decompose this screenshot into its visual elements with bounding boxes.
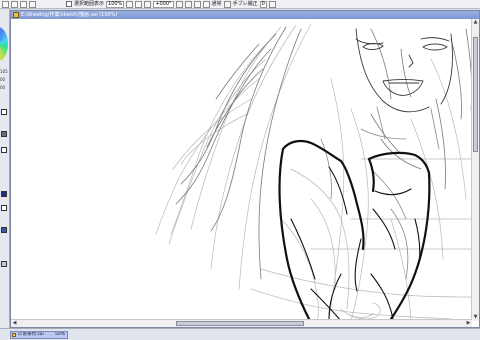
blend-mode-dropdown-icon[interactable] <box>223 0 231 8</box>
canvas-window-title[interactable]: E:/drawing/作業/sketch/描画.sai (100%) <box>11 11 479 19</box>
left-tool-panel: 105 00 00 <box>0 9 10 340</box>
tool-swatch-4[interactable] <box>1 205 7 211</box>
zoom-field[interactable]: 100% <box>106 0 125 8</box>
scroll-left-icon[interactable]: ◀ <box>11 320 18 327</box>
scroll-down-icon[interactable]: ▼ <box>472 314 479 321</box>
show-selection-checkbox[interactable] <box>66 1 72 7</box>
document-icon <box>13 12 19 18</box>
blend-mode-select[interactable]: 通常 <box>212 1 222 8</box>
rotate-reset-button[interactable] <box>193 0 201 8</box>
document-tab-icon <box>12 333 16 337</box>
top-toolbar: 選択範囲表示 100% +000° 通常 手ブレ補正 0 <box>0 0 480 9</box>
undo-button[interactable] <box>2 0 9 8</box>
tool-swatch-3[interactable] <box>1 147 7 153</box>
tool-swatch-2[interactable] <box>1 131 7 137</box>
zoom-out-button[interactable] <box>135 0 143 8</box>
stabilizer-dropdown-icon[interactable] <box>268 0 276 8</box>
tool-swatch-5[interactable] <box>1 227 7 233</box>
panel-number-1: 105 <box>0 69 8 74</box>
vertical-scroll-thumb[interactable] <box>473 37 478 152</box>
document-tab[interactable]: にお帯付.sai 50% <box>10 331 68 339</box>
document-tab-zoom: 50% <box>54 332 65 337</box>
panel-number-2: 00 <box>0 77 6 82</box>
redo-button[interactable] <box>11 0 18 8</box>
zoom-in-button[interactable] <box>126 0 134 8</box>
color-wheel[interactable] <box>0 27 8 61</box>
rotate-right-button[interactable] <box>184 0 192 8</box>
document-tab-label: にお帯付.sai <box>18 332 44 337</box>
document-tab-bar: にお帯付.sai 50% <box>0 328 480 340</box>
tool-swatch-1[interactable] <box>1 109 7 115</box>
vertical-scrollbar[interactable]: ▲ ▼ <box>471 19 479 321</box>
drawing-canvas[interactable] <box>11 19 472 321</box>
stabilizer-field[interactable]: 0 <box>259 0 267 8</box>
show-selection-label: 選択範囲表示 <box>74 0 105 7</box>
tool-swatch-6[interactable] <box>1 261 7 267</box>
rotation-field[interactable]: +000° <box>153 0 174 8</box>
panel-number-3: 00 <box>0 85 6 90</box>
scroll-right-icon[interactable]: ▶ <box>465 320 472 327</box>
zoom-reset-button[interactable] <box>144 0 152 8</box>
select-all-button[interactable] <box>29 0 36 8</box>
horizontal-scroll-thumb[interactable] <box>176 321 304 326</box>
foreground-color-swatch[interactable] <box>1 191 7 197</box>
canvas-window: E:/drawing/作業/sketch/描画.sai (100%) ▲ ▼ ◀… <box>10 10 480 328</box>
flip-button[interactable] <box>202 0 210 8</box>
stabilizer-label: 手ブレ補正 <box>232 0 258 7</box>
canvas-window-title-text: E:/drawing/作業/sketch/描画.sai (100%) <box>21 12 118 18</box>
horizontal-scrollbar[interactable]: ◀ ▶ <box>11 319 472 327</box>
rotate-left-button[interactable] <box>175 0 183 8</box>
deselect-button[interactable] <box>20 0 27 8</box>
scroll-up-icon[interactable]: ▲ <box>472 19 479 26</box>
